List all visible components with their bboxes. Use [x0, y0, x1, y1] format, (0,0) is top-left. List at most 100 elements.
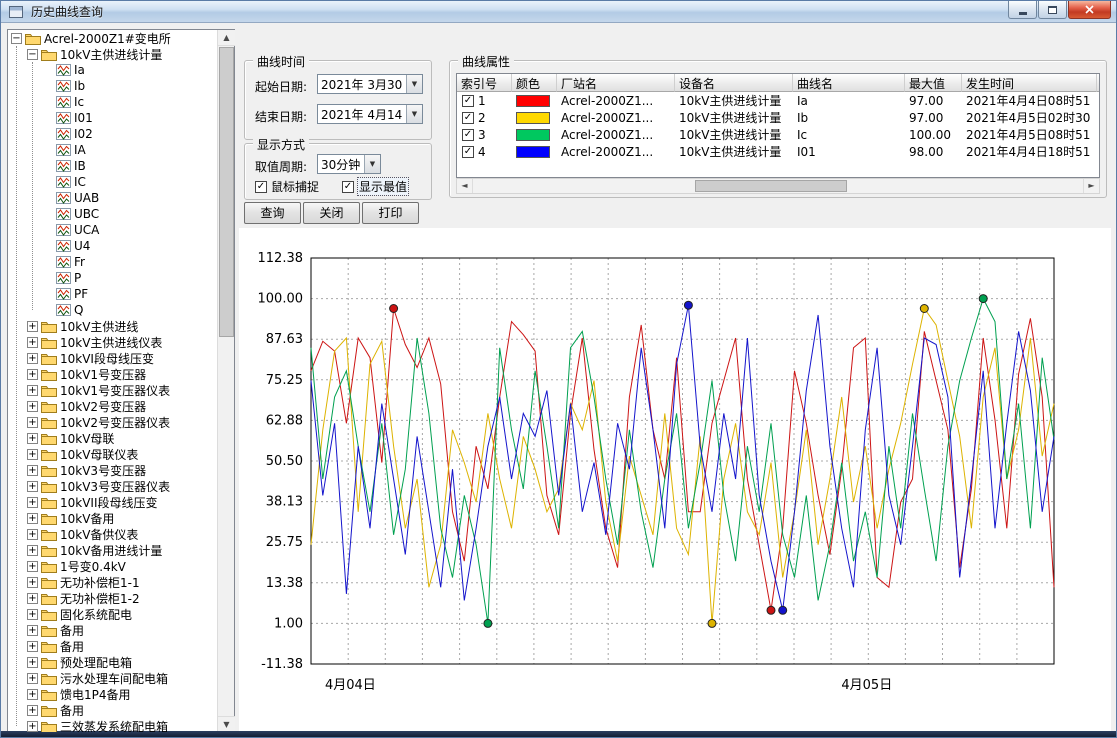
scroll-right-button[interactable]: ► — [1083, 179, 1099, 193]
tree-folder[interactable]: +备用 — [9, 638, 217, 654]
curve-visible-checkbox[interactable]: ✓ — [462, 95, 474, 107]
expand-icon[interactable]: + — [27, 449, 38, 460]
expand-icon[interactable]: + — [27, 689, 38, 700]
collapse-icon[interactable]: − — [11, 33, 22, 44]
curve-visible-checkbox[interactable]: ✓ — [462, 146, 474, 158]
curve-row-Ib[interactable]: ✓2Acrel-2000Z1...10kV主供进线计量Ib97.002021年4… — [457, 109, 1099, 126]
tree-leaf-UCA[interactable]: UCA — [9, 222, 217, 238]
expand-icon[interactable]: + — [27, 337, 38, 348]
expand-icon[interactable]: + — [27, 593, 38, 604]
tree-folder[interactable]: +馈电1P4备用 — [9, 686, 217, 702]
tree-leaf-IB[interactable]: IB — [9, 158, 217, 174]
tree-folder[interactable]: +10kV主供进线仪表 — [9, 334, 217, 350]
expand-icon[interactable]: + — [27, 513, 38, 524]
expand-icon[interactable]: + — [27, 705, 38, 716]
expand-icon[interactable]: + — [27, 577, 38, 588]
tree-folder[interactable]: +污水处理车间配电箱 — [9, 670, 217, 686]
column-header-6[interactable]: 最大值 — [905, 74, 962, 92]
tree-scrollbar-thumb[interactable] — [219, 47, 234, 337]
tree-folder[interactable]: +10kV备用 — [9, 510, 217, 526]
curve-visible-checkbox[interactable]: ✓ — [462, 112, 474, 124]
show-extremes-checkbox[interactable]: ✓ 显示最值 — [342, 178, 408, 195]
expand-icon[interactable]: + — [27, 481, 38, 492]
scroll-left-button[interactable]: ◄ — [457, 179, 473, 193]
expand-icon[interactable]: + — [27, 641, 38, 652]
tree-leaf-U4[interactable]: U4 — [9, 238, 217, 254]
tree-leaf-PF[interactable]: PF — [9, 286, 217, 302]
tree-folder[interactable]: +10kV备供仪表 — [9, 526, 217, 542]
minimize-button[interactable] — [1008, 1, 1037, 19]
period-combo[interactable]: 30分钟 ▼ — [317, 154, 381, 174]
tree-leaf-UAB[interactable]: UAB — [9, 190, 217, 206]
tree-folder[interactable]: +10kVI段母线压变 — [9, 350, 217, 366]
tree-folder[interactable]: +无功补偿柜1-1 — [9, 574, 217, 590]
tree-leaf-Ia[interactable]: Ia — [9, 62, 217, 78]
expand-icon[interactable]: + — [27, 657, 38, 668]
title-bar[interactable]: 历史曲线查询 — [1, 1, 1116, 23]
column-header-7[interactable]: 发生时间 — [962, 74, 1097, 92]
tree-folder[interactable]: +备用 — [9, 622, 217, 638]
expand-icon[interactable]: + — [27, 465, 38, 476]
tree-leaf-Fr[interactable]: Fr — [9, 254, 217, 270]
curve-visible-checkbox[interactable]: ✓ — [462, 129, 474, 141]
expand-icon[interactable]: + — [27, 385, 38, 396]
column-header-2[interactable]: 颜色 — [512, 74, 557, 92]
tree-folder[interactable]: +10kV3号变压器 — [9, 462, 217, 478]
expand-icon[interactable]: + — [27, 369, 38, 380]
column-header-3[interactable]: 厂站名 — [557, 74, 675, 92]
dropdown-arrow-icon[interactable]: ▼ — [406, 105, 422, 123]
expand-icon[interactable]: + — [27, 721, 38, 732]
end-date-combo[interactable]: 2021年 4月14 ▼ — [317, 104, 423, 124]
expand-icon[interactable]: + — [27, 625, 38, 636]
curve-row-Ia[interactable]: ✓1Acrel-2000Z1...10kV主供进线计量Ia97.002021年4… — [457, 92, 1099, 109]
tree-folder[interactable]: +10kV主供进线 — [9, 318, 217, 334]
collapse-icon[interactable]: − — [27, 49, 38, 60]
expand-icon[interactable]: + — [27, 433, 38, 444]
tree-folder[interactable]: +备用 — [9, 702, 217, 718]
tree-folder[interactable]: +10kV备用进线计量 — [9, 542, 217, 558]
tree-folder[interactable]: +预处理配电箱 — [9, 654, 217, 670]
tree-folder[interactable]: +10kV母联 — [9, 430, 217, 446]
checkbox-mark[interactable]: ✓ — [255, 181, 267, 193]
close-action-button[interactable]: 关闭 — [303, 202, 360, 224]
tree-folder[interactable]: +无功补偿柜1-2 — [9, 590, 217, 606]
print-button[interactable]: 打印 — [362, 202, 419, 224]
tree-root[interactable]: −Acrel-2000Z1#变电所 — [9, 30, 217, 46]
tree-leaf-P[interactable]: P — [9, 270, 217, 286]
curve-row-I01[interactable]: ✓4Acrel-2000Z1...10kV主供进线计量I0198.002021年… — [457, 143, 1099, 160]
tree-leaf-Ic[interactable]: Ic — [9, 94, 217, 110]
tree-folder[interactable]: +10kV3号变压器仪表 — [9, 478, 217, 494]
expand-icon[interactable]: + — [27, 529, 38, 540]
tree-folder[interactable]: +固化系统配电 — [9, 606, 217, 622]
tree-scrollbar[interactable]: ▲ ▼ — [217, 30, 234, 732]
tree-folder[interactable]: +10kVII段母线压变 — [9, 494, 217, 510]
tree-leaf-Ib[interactable]: Ib — [9, 78, 217, 94]
tree-folder[interactable]: +10kV母联仪表 — [9, 446, 217, 462]
expand-icon[interactable]: + — [27, 353, 38, 364]
tree-leaf-IA[interactable]: IA — [9, 142, 217, 158]
query-button[interactable]: 查询 — [244, 202, 301, 224]
expand-icon[interactable]: + — [27, 417, 38, 428]
tree-leaf-I01[interactable]: I01 — [9, 110, 217, 126]
expand-icon[interactable]: + — [27, 321, 38, 332]
checkbox-mark[interactable]: ✓ — [342, 181, 354, 193]
tree-folder[interactable]: +三效蒸发系统配电箱 — [9, 718, 217, 732]
column-header-5[interactable]: 曲线名 — [793, 74, 905, 92]
expand-icon[interactable]: + — [27, 673, 38, 684]
expand-icon[interactable]: + — [27, 561, 38, 572]
expand-icon[interactable]: + — [27, 545, 38, 556]
tree-leaf-I02[interactable]: I02 — [9, 126, 217, 142]
expand-icon[interactable]: + — [27, 401, 38, 412]
table-horizontal-scrollbar[interactable]: ◄ ► — [456, 178, 1100, 194]
dropdown-arrow-icon[interactable]: ▼ — [364, 155, 380, 173]
tree-folder[interactable]: +10kV2号变压器 — [9, 398, 217, 414]
maximize-button[interactable] — [1038, 1, 1067, 19]
tree-folder[interactable]: +10kV1号变压器仪表 — [9, 382, 217, 398]
tree-folder[interactable]: +1号变0.4kV — [9, 558, 217, 574]
start-date-combo[interactable]: 2021年 3月30 ▼ — [317, 74, 423, 94]
column-header-1[interactable]: 索引号 — [457, 74, 512, 92]
tree-leaf-Q[interactable]: Q — [9, 302, 217, 318]
tree-leaf-UBC[interactable]: UBC — [9, 206, 217, 222]
mouse-capture-checkbox[interactable]: ✓ 鼠标捕捉 — [255, 178, 319, 195]
chart-area[interactable]: 112.38100.0087.6375.2562.8850.5038.1325.… — [239, 228, 1111, 733]
